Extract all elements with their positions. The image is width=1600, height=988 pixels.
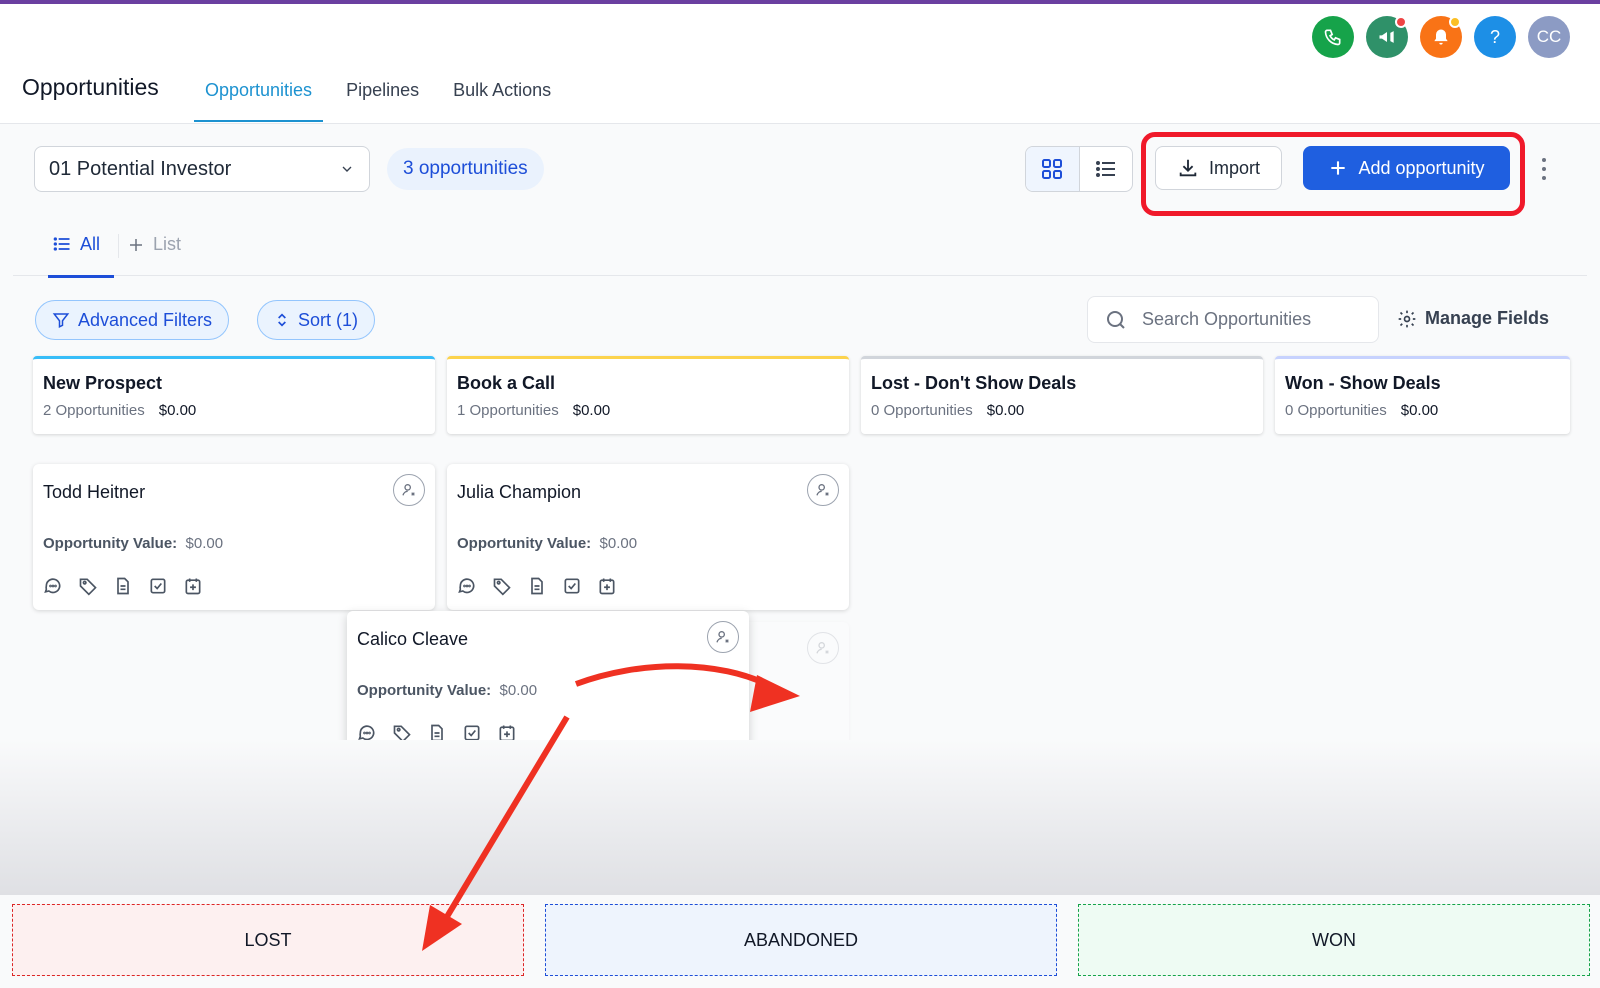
- pipeline-select-value: 01 Potential Investor: [49, 157, 232, 180]
- column-count: 0 Opportunities: [1285, 402, 1387, 419]
- opportunity-count-badge: 3 opportunities: [387, 148, 544, 190]
- sort-icon: [278, 313, 286, 327]
- column-title: Won - Show Deals: [1285, 373, 1441, 393]
- drop-area-backdrop: [0, 740, 1600, 895]
- card-value: $0.00: [185, 535, 224, 552]
- column-title: New Prospect: [43, 373, 163, 393]
- plus-icon: [130, 238, 142, 251]
- card-name: Julia Champion: [457, 482, 582, 502]
- column-value: $0.00: [986, 402, 1025, 419]
- drop-zone-label: LOST: [244, 929, 292, 950]
- pipeline-select[interactable]: 01 Potential Investor: [34, 146, 370, 192]
- drop-zone-lost[interactable]: LOST: [12, 904, 524, 976]
- manage-fields-label: Manage Fields: [1425, 308, 1550, 328]
- card-value-label: Opportunity Value:: [43, 535, 178, 552]
- list-icon: [53, 237, 70, 251]
- search-placeholder: Search Opportunities: [1142, 309, 1312, 329]
- task-icon[interactable]: [562, 576, 582, 601]
- column-count: 0 Opportunities: [871, 402, 973, 419]
- help-icon[interactable]: ?: [1474, 16, 1516, 58]
- column-header-lost: Lost - Don't Show Deals 0 Opportunities $…: [861, 356, 1263, 434]
- card-value-label: Opportunity Value:: [457, 535, 592, 552]
- tab-bulk-actions[interactable]: Bulk Actions: [442, 76, 562, 122]
- tag-icon[interactable]: [78, 576, 98, 601]
- list-icon: [1095, 161, 1115, 177]
- list-tabs: All List: [13, 214, 1587, 278]
- filter-icon: [52, 313, 70, 328]
- chat-icon[interactable]: [457, 576, 477, 601]
- sort-label: Sort (1): [298, 309, 359, 330]
- list-tab-all[interactable]: All: [48, 232, 114, 278]
- column-title: Book a Call: [457, 373, 556, 393]
- drop-zone-label: ABANDONED: [743, 929, 859, 950]
- column-header-won: Won - Show Deals 0 Opportunities $0.00: [1275, 356, 1570, 434]
- column-count: 1 Opportunities: [457, 402, 559, 419]
- manage-fields-button[interactable]: Manage Fields: [1397, 308, 1549, 329]
- megaphone-icon[interactable]: [1366, 16, 1408, 58]
- tab-opportunities[interactable]: Opportunities: [194, 76, 324, 122]
- task-icon[interactable]: [148, 576, 168, 601]
- search-icon: [1107, 310, 1125, 329]
- gear-icon: [1398, 310, 1416, 327]
- sort-button[interactable]: Sort (1): [257, 300, 376, 340]
- header-tabs: Opportunities Pipelines Bulk Actions: [194, 76, 574, 122]
- assign-user-icon[interactable]: [807, 474, 839, 506]
- column-value: $0.00: [158, 402, 197, 419]
- tab-pipelines[interactable]: Pipelines: [335, 76, 430, 122]
- annotation-highlight-box: [1141, 132, 1525, 216]
- search-input[interactable]: Search Opportunities: [1087, 296, 1379, 343]
- tag-icon[interactable]: [492, 576, 512, 601]
- dragging-opportunity-card[interactable]: Calico Cleave Opportunity Value: $0.00: [347, 611, 749, 758]
- divider: [118, 234, 119, 258]
- drop-zone-won[interactable]: WON: [1078, 904, 1590, 976]
- header-icons: ? CC: [1312, 16, 1570, 58]
- assign-user-icon[interactable]: [707, 621, 739, 653]
- grid-view-button[interactable]: [1026, 147, 1080, 191]
- drop-zone-abandoned[interactable]: ABANDONED: [545, 904, 1057, 976]
- column-value: $0.00: [1400, 402, 1439, 419]
- chevron-down-icon: [342, 166, 352, 172]
- column-count: 2 Opportunities: [43, 402, 145, 419]
- card-value: $0.00: [499, 682, 538, 699]
- column-header-new-prospect: New Prospect 2 Opportunities $0.00: [33, 356, 435, 434]
- bell-icon[interactable]: [1420, 16, 1462, 58]
- card-value-label: Opportunity Value:: [357, 682, 492, 699]
- view-toggle: [1025, 146, 1133, 192]
- advanced-filters-label: Advanced Filters: [78, 309, 213, 330]
- opportunity-card[interactable]: Julia Champion Opportunity Value: $0.00: [447, 464, 849, 610]
- column-title: Lost - Don't Show Deals: [871, 373, 1077, 393]
- document-icon[interactable]: [527, 576, 547, 601]
- avatar[interactable]: CC: [1528, 16, 1570, 58]
- grid-icon: [1042, 159, 1063, 179]
- column-value: $0.00: [572, 402, 611, 419]
- calendar-add-icon[interactable]: [183, 576, 203, 601]
- page-title: Opportunities: [22, 74, 159, 100]
- add-list-label: List: [153, 234, 182, 254]
- opportunity-card[interactable]: Todd Heitner Opportunity Value: $0.00: [33, 464, 435, 610]
- assign-user-icon: [807, 632, 839, 664]
- more-options-icon[interactable]: [1539, 154, 1549, 184]
- card-name: Calico Cleave: [357, 629, 469, 649]
- phone-icon[interactable]: [1312, 16, 1354, 58]
- list-view-button[interactable]: [1080, 147, 1133, 191]
- chat-icon[interactable]: [43, 576, 63, 601]
- column-header-book-a-call: Book a Call 1 Opportunities $0.00: [447, 356, 849, 434]
- drop-zone-label: WON: [1312, 929, 1356, 950]
- assign-user-icon[interactable]: [393, 474, 425, 506]
- calendar-add-icon[interactable]: [597, 576, 617, 601]
- add-list-tab[interactable]: List: [127, 234, 181, 255]
- card-value: $0.00: [599, 535, 638, 552]
- app-header: ? CC Opportunities Opportunities Pipelin…: [0, 4, 1600, 124]
- advanced-filters-button[interactable]: Advanced Filters: [35, 300, 230, 340]
- document-icon[interactable]: [113, 576, 133, 601]
- card-name: Todd Heitner: [43, 482, 146, 502]
- list-tab-all-label: All: [80, 234, 101, 254]
